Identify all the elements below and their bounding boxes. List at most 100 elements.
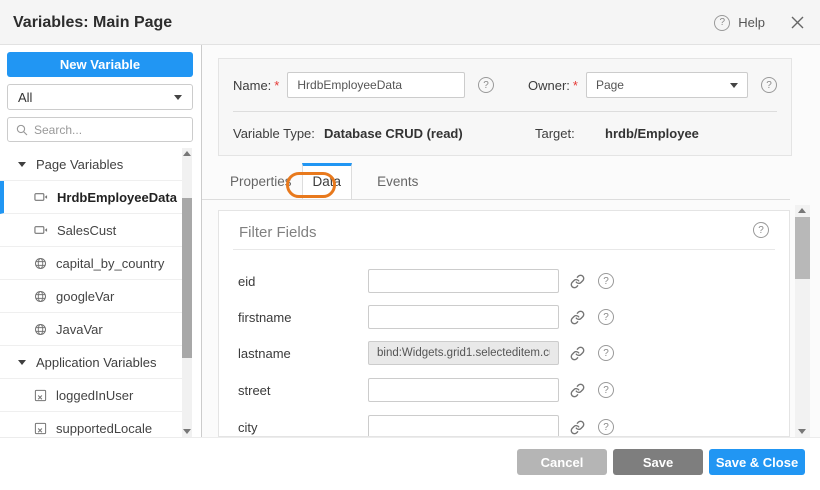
- sidebar-scrollbar[interactable]: [182, 148, 192, 437]
- list-item-label: capital_by_country: [56, 256, 164, 271]
- page-title: Variables: Main Page: [13, 0, 172, 45]
- field-row-lastname: lastname: [238, 340, 775, 366]
- search-input[interactable]: [34, 123, 184, 137]
- scrollbar-thumb[interactable]: [795, 217, 810, 279]
- list-item-label: loggedInUser: [56, 388, 133, 403]
- static-variable-icon: [34, 389, 47, 402]
- name-field[interactable]: [287, 72, 465, 98]
- name-label: Name:: [233, 78, 271, 93]
- sidebar-item-hrdbemployeedata[interactable]: HrdbEmployeeData: [0, 181, 182, 214]
- firstname-input[interactable]: [368, 305, 559, 329]
- new-variable-button[interactable]: New Variable: [7, 52, 193, 77]
- scroll-down-icon[interactable]: [183, 429, 191, 434]
- owner-label: Owner:: [528, 78, 570, 93]
- required-asterisk: *: [573, 78, 578, 93]
- bind-link-icon[interactable]: [570, 420, 585, 435]
- field-help-icon[interactable]: [598, 309, 614, 325]
- tab-events[interactable]: Events: [377, 163, 418, 199]
- main-content: Name: * Owner: * Page Variable Type: Dat…: [202, 45, 820, 437]
- section-label: Application Variables: [36, 355, 156, 370]
- content-scrollbar[interactable]: [795, 205, 810, 437]
- list-item-label: HrdbEmployeeData: [57, 190, 177, 205]
- field-label: city: [238, 420, 368, 435]
- eid-input[interactable]: [368, 269, 559, 293]
- live-variable-icon: [34, 224, 48, 236]
- chevron-down-icon: [174, 95, 182, 100]
- section-page-variables[interactable]: Page Variables: [0, 148, 182, 181]
- street-input[interactable]: [368, 378, 559, 402]
- service-variable-icon: [34, 257, 47, 270]
- list-item-label: JavaVar: [56, 322, 103, 337]
- owner-select[interactable]: Page: [586, 72, 748, 98]
- bind-link-icon[interactable]: [570, 274, 585, 289]
- owner-value: Page: [596, 78, 624, 92]
- save-button[interactable]: Save: [613, 449, 703, 475]
- save-and-close-button[interactable]: Save & Close: [709, 449, 805, 475]
- sidebar-item-capital-by-country[interactable]: capital_by_country: [0, 247, 182, 280]
- field-help-icon[interactable]: [598, 382, 614, 398]
- name-help-icon[interactable]: [478, 77, 494, 93]
- field-help-icon[interactable]: [598, 273, 614, 289]
- city-input[interactable]: [368, 415, 559, 437]
- tab-data[interactable]: Data: [302, 163, 353, 199]
- field-help-icon[interactable]: [598, 345, 614, 361]
- divider: [233, 249, 775, 250]
- variables-dialog: Variables: Main Page Help New Variable A…: [0, 0, 820, 490]
- variable-summary-box: Name: * Owner: * Page Variable Type: Dat…: [218, 58, 792, 156]
- variable-list: Page Variables HrdbEmployeeData: [0, 148, 182, 437]
- variable-type-value: Database CRUD (read): [324, 126, 463, 141]
- scroll-up-icon[interactable]: [798, 208, 806, 213]
- target-label: Target:: [535, 126, 575, 141]
- sidebar-item-javavar[interactable]: JavaVar: [0, 313, 182, 346]
- bind-link-icon[interactable]: [570, 346, 585, 361]
- field-help-icon[interactable]: [598, 419, 614, 435]
- divider: [233, 111, 777, 112]
- sidebar-item-loggedinuser[interactable]: loggedInUser: [0, 379, 182, 412]
- required-asterisk: *: [274, 78, 279, 93]
- tab-properties[interactable]: Properties: [230, 163, 292, 199]
- sidebar-item-supportedlocale[interactable]: supportedLocale: [0, 412, 182, 437]
- owner-help-icon[interactable]: [761, 77, 777, 93]
- search-box: [7, 117, 193, 142]
- bind-link-icon[interactable]: [570, 310, 585, 325]
- field-label: eid: [238, 274, 368, 289]
- search-icon: [16, 124, 28, 136]
- filter-fields-panel: Filter Fields eid firstname: [218, 210, 790, 437]
- cancel-button[interactable]: Cancel: [517, 449, 607, 475]
- filter-fields-title: Filter Fields: [239, 224, 317, 241]
- filter-fields-help-icon[interactable]: [753, 222, 769, 238]
- static-variable-icon: [34, 422, 47, 435]
- list-item-label: SalesCust: [57, 223, 116, 238]
- sidebar-item-salescust[interactable]: SalesCust: [0, 214, 182, 247]
- tab-bar: Properties Data Events: [202, 163, 790, 200]
- help-link[interactable]: Help: [738, 15, 765, 30]
- collapse-triangle-icon: [18, 162, 26, 167]
- section-application-variables[interactable]: Application Variables: [0, 346, 182, 379]
- chevron-down-icon: [730, 83, 738, 88]
- field-label: lastname: [238, 346, 368, 361]
- target-value: hrdb/Employee: [605, 126, 699, 141]
- list-item-label: supportedLocale: [56, 421, 152, 436]
- scroll-up-icon[interactable]: [183, 151, 191, 156]
- dialog-header: Variables: Main Page Help: [0, 0, 820, 45]
- list-item-label: googleVar: [56, 289, 114, 304]
- field-row-street: street: [238, 377, 775, 403]
- scrollbar-thumb[interactable]: [182, 198, 192, 358]
- help-circle-icon[interactable]: [714, 15, 730, 31]
- variable-type-label: Variable Type:: [233, 126, 315, 141]
- scroll-down-icon[interactable]: [798, 429, 806, 434]
- section-label: Page Variables: [36, 157, 123, 172]
- live-variable-icon: [34, 191, 48, 203]
- bind-link-icon[interactable]: [570, 383, 585, 398]
- close-icon[interactable]: [791, 16, 804, 29]
- field-row-firstname: firstname: [238, 304, 775, 330]
- sidebar-item-googlevar[interactable]: googleVar: [0, 280, 182, 313]
- field-label: street: [238, 383, 368, 398]
- service-variable-icon: [34, 323, 47, 336]
- collapse-triangle-icon: [18, 360, 26, 365]
- variable-filter-select[interactable]: All: [7, 84, 193, 110]
- field-label: firstname: [238, 310, 368, 325]
- service-variable-icon: [34, 290, 47, 303]
- lastname-input[interactable]: [368, 341, 559, 365]
- dialog-footer: Cancel Save Save & Close: [0, 437, 820, 490]
